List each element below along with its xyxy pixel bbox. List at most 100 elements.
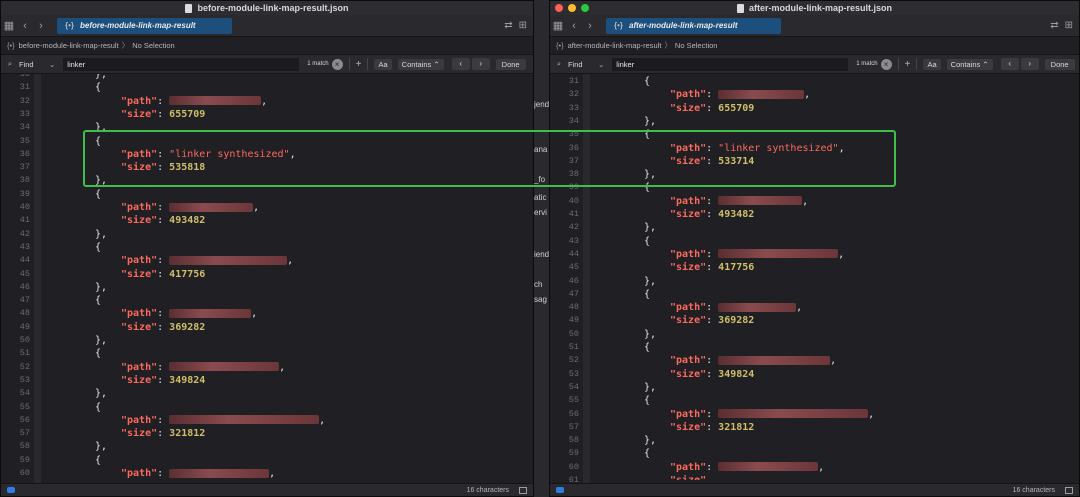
match-case-button[interactable]: Aa (374, 58, 392, 70)
breadcrumb-file[interactable]: before-module-link-map-result (19, 41, 119, 50)
contains-select[interactable]: Contains ⌃ (946, 58, 993, 70)
redacted-value (718, 302, 797, 312)
clear-search-button[interactable]: × (331, 58, 343, 70)
previous-match-button[interactable]: ‹ (451, 58, 470, 70)
code-editor[interactable]: 31 {32 "path": , 33 "size": 655709 34}, 35 {36 "… (550, 74, 1079, 483)
code-line: "size": 493482 (121, 214, 205, 227)
comma: , (802, 195, 809, 207)
close-window-button[interactable] (555, 4, 563, 12)
json-key-size: "size" (121, 108, 158, 120)
comma: , (269, 468, 276, 479)
code-line: }, (95, 228, 107, 241)
panel-toggle-icon[interactable] (519, 486, 527, 494)
divider (916, 58, 918, 70)
chevron-down-icon[interactable]: ⌄ (49, 60, 55, 69)
breadcrumb-selection[interactable]: No Selection (132, 41, 175, 50)
back-arrow-icon[interactable]: ‹ (17, 20, 33, 32)
previous-match-button[interactable]: ‹ (1000, 58, 1019, 70)
json-key-path: "path" (670, 89, 707, 101)
open-brace: { (95, 82, 102, 94)
code-line: }, (644, 328, 656, 341)
line-number: 39 (568, 182, 579, 193)
panel-toggle-icon[interactable] (1065, 486, 1073, 494)
code-line: "path": , (121, 307, 257, 320)
code-line: "size": 349824 (121, 374, 205, 387)
tab-active-file[interactable]: {•} before-module-link-map-result (57, 17, 232, 34)
code-line: "size": 369282 (670, 314, 754, 327)
code-line: "size": 417756 (670, 261, 754, 274)
line-number: 45 (568, 262, 579, 273)
done-button[interactable]: Done (495, 58, 526, 70)
swap-icon[interactable]: ⇄ (1050, 20, 1058, 31)
close-brace: }, (644, 381, 657, 393)
colon: : (706, 421, 719, 433)
forward-arrow-icon[interactable]: › (33, 20, 49, 32)
find-input[interactable] (63, 57, 300, 71)
swap-icon[interactable]: ⇄ (504, 20, 512, 31)
line-number: 52 (568, 355, 579, 366)
code-line: }, (644, 381, 656, 394)
minimize-window-button[interactable] (568, 4, 576, 12)
zoom-window-button[interactable] (581, 4, 589, 12)
line-number: 38 (19, 175, 30, 186)
colon: : (706, 142, 719, 154)
json-key-path: "path" (670, 461, 707, 473)
find-mode-label[interactable]: Find (568, 60, 598, 69)
breadcrumb-file[interactable]: after-module-link-map-result (568, 41, 662, 50)
json-number-value: 493482 (169, 215, 206, 227)
code-line: }, (644, 168, 656, 181)
close-brace: }, (644, 435, 657, 447)
open-brace: { (644, 395, 651, 407)
line-number: 51 (19, 348, 30, 359)
next-match-button[interactable]: › (1020, 58, 1039, 70)
clear-search-button[interactable]: × (880, 58, 892, 70)
tab-active-file[interactable]: {•} after-module-link-map-result (606, 17, 781, 34)
add-editor-icon[interactable]: ⊞ (1065, 20, 1073, 31)
close-brace: }, (95, 441, 108, 453)
contains-select[interactable]: Contains ⌃ (397, 58, 444, 70)
code-line: "path": , (121, 467, 275, 480)
add-pattern-button[interactable]: + (905, 59, 911, 70)
line-number: 34 (19, 122, 30, 133)
next-match-button[interactable]: › (471, 58, 490, 70)
gutter-stripe (583, 74, 590, 483)
code-line: "size": 321812 (670, 421, 754, 434)
title-bar: before-module-link-map-result.json (1, 1, 533, 15)
code-line: "path": "linker synthesized", (670, 142, 845, 155)
add-pattern-button[interactable]: + (356, 59, 362, 70)
open-brace: { (644, 182, 651, 194)
json-key-path: "path" (121, 468, 158, 479)
grid-icon[interactable]: ▦ (1, 19, 17, 32)
redacted-value (718, 409, 869, 418)
code-line: "path": "linker synthesized", (121, 148, 296, 161)
match-case-button[interactable]: Aa (923, 58, 941, 70)
json-file-icon (185, 3, 193, 13)
line-number: 47 (568, 288, 579, 299)
code-line: { (644, 447, 650, 460)
add-editor-icon[interactable]: ⊞ (519, 20, 527, 31)
code-editor[interactable]: 30}, 31 {32 "path": , 33 "size": 655709 34}, 35… (1, 74, 533, 483)
jump-bar: {•} after-module-link-map-result 〉 No Se… (550, 37, 1079, 55)
line-number: 42 (568, 222, 579, 233)
grid-icon[interactable]: ▦ (550, 19, 566, 32)
chevron-down-icon[interactable]: ⌄ (598, 60, 604, 69)
code-line: }, (95, 281, 107, 294)
colon: : (706, 302, 719, 314)
forward-arrow-icon[interactable]: › (582, 20, 598, 32)
close-brace: }, (95, 281, 108, 293)
line-number: 47 (19, 295, 30, 306)
colon: : (157, 468, 170, 479)
code-line: { (644, 128, 650, 141)
redacted-value (169, 415, 320, 425)
code-line: }, (95, 440, 107, 453)
code-line: { (644, 181, 650, 194)
find-mode-label[interactable]: Find (19, 60, 49, 69)
back-arrow-icon[interactable]: ‹ (566, 20, 582, 32)
breadcrumb-selection[interactable]: No Selection (675, 41, 718, 50)
done-button[interactable]: Done (1044, 58, 1075, 70)
redacted-value (718, 462, 819, 472)
line-number: 30 (19, 74, 30, 79)
find-input[interactable] (612, 57, 849, 71)
line-number: 49 (19, 321, 30, 332)
json-key-size: "size" (121, 162, 158, 174)
